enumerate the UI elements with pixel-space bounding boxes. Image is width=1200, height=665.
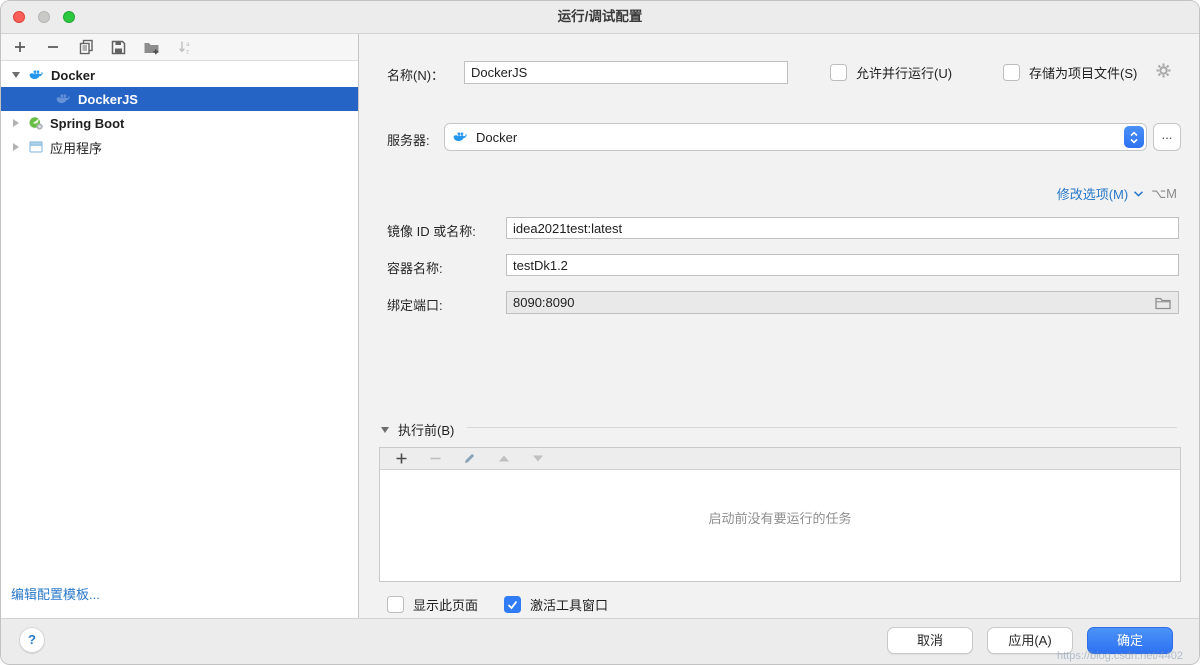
checkbox-unchecked-icon — [387, 596, 404, 613]
name-input[interactable]: DockerJS — [464, 61, 788, 84]
bind-ports-label: 绑定端口: — [387, 295, 443, 314]
tree-item-application-group[interactable]: 应用程序 — [1, 135, 358, 159]
dialog-title: 运行/调试配置 — [1, 1, 1199, 33]
triangle-up-icon — [498, 454, 510, 463]
sidebar-toolbar: a z — [1, 34, 358, 61]
folder-plus-icon — [143, 40, 160, 55]
move-task-down-button[interactable] — [529, 450, 546, 467]
modify-options-link[interactable]: 修改选项(M) — [1057, 184, 1145, 203]
allow-parallel-run-label: 允许并行运行(U) — [856, 63, 952, 82]
copy-configuration-button[interactable] — [77, 39, 94, 56]
tree-item-dockerjs-selected[interactable]: DockerJS — [1, 87, 358, 111]
chevron-collapsed-icon[interactable] — [13, 143, 19, 151]
cancel-button[interactable]: 取消 — [887, 627, 973, 654]
docker-icon — [29, 67, 45, 83]
chevron-down-icon — [1133, 190, 1144, 198]
server-label: 服务器: — [387, 130, 430, 149]
save-icon — [111, 40, 126, 55]
check-icon — [507, 600, 518, 610]
container-name-label: 容器名称: — [387, 258, 443, 277]
run-debug-configurations-dialog: 运行/调试配置 — [0, 0, 1200, 665]
image-id-value: idea2021test:latest — [513, 221, 622, 236]
sort-az-icon: a z — [177, 39, 193, 55]
chevron-expanded-icon[interactable] — [12, 72, 20, 78]
checkbox-checked-icon — [504, 596, 521, 613]
title-bar: 运行/调试配置 — [1, 1, 1199, 34]
image-id-input[interactable]: idea2021test:latest — [506, 217, 1179, 239]
activate-tool-window-label: 激活工具窗口 — [530, 595, 608, 614]
remove-task-button[interactable] — [427, 450, 444, 467]
edit-configuration-templates-link[interactable]: 编辑配置模板... — [11, 584, 100, 603]
folder-icon[interactable] — [1155, 296, 1171, 310]
container-name-value: testDk1.2 — [513, 258, 568, 273]
svg-text:z: z — [186, 49, 189, 56]
checkbox-unchecked-icon — [1003, 64, 1020, 81]
remove-configuration-button[interactable] — [44, 39, 61, 56]
container-name-input[interactable]: testDk1.2 — [506, 254, 1179, 276]
svg-text:a: a — [186, 41, 190, 48]
edit-task-button[interactable] — [461, 450, 478, 467]
store-as-project-file-label: 存储为项目文件(S) — [1029, 63, 1137, 82]
sort-configurations-button[interactable]: a z — [176, 39, 193, 56]
help-button[interactable]: ? — [19, 627, 45, 653]
configurations-sidebar: a z Docker — [1, 34, 359, 619]
tree-item-label: 应用程序 — [50, 138, 102, 157]
gear-icon[interactable] — [1155, 62, 1172, 79]
application-window-icon — [28, 139, 44, 155]
copy-icon — [78, 39, 94, 55]
modify-options-shortcut: ⌥M — [1151, 186, 1177, 202]
no-tasks-message: 启动前没有要运行的任务 — [380, 470, 1180, 527]
tree-item-label: Docker — [51, 68, 95, 83]
up-down-chevrons-icon — [1129, 130, 1139, 145]
show-this-page-checkbox[interactable]: 显示此页面 — [387, 595, 478, 614]
browse-server-button[interactable]: ... — [1153, 123, 1181, 151]
configuration-form: 名称(N)： DockerJS 允许并行运行(U) 存储为项目文件(S) 服务器… — [359, 34, 1199, 619]
apply-button[interactable]: 应用(A) — [987, 627, 1073, 654]
add-task-button[interactable] — [393, 450, 410, 467]
chevron-expanded-icon — [381, 427, 389, 433]
ok-button[interactable]: 确定 — [1087, 627, 1173, 654]
minus-icon — [46, 40, 60, 54]
before-launch-header[interactable]: 执行前(B) — [381, 420, 454, 439]
tree-item-label: Spring Boot — [50, 116, 124, 131]
image-id-label: 镜像 ID 或名称: — [387, 221, 476, 240]
allow-parallel-run-checkbox[interactable]: 允许并行运行(U) — [830, 63, 952, 82]
spring-boot-icon — [28, 115, 44, 131]
bind-ports-input[interactable]: 8090:8090 — [506, 291, 1179, 314]
server-select[interactable]: Docker — [444, 123, 1147, 151]
triangle-down-icon — [532, 454, 544, 463]
add-configuration-button[interactable] — [11, 39, 28, 56]
pencil-icon — [463, 452, 476, 465]
checkbox-unchecked-icon — [830, 64, 847, 81]
name-value: DockerJS — [471, 65, 527, 80]
section-divider — [467, 427, 1177, 428]
select-stepper[interactable] — [1124, 126, 1144, 148]
minus-icon — [429, 452, 442, 465]
server-selected-value: Docker — [476, 130, 517, 145]
bind-ports-value: 8090:8090 — [513, 295, 574, 310]
tree-item-label: DockerJS — [78, 92, 138, 107]
configurations-tree: Docker DockerJS — [1, 63, 358, 159]
tree-item-docker-group[interactable]: Docker — [1, 63, 358, 87]
show-this-page-label: 显示此页面 — [413, 595, 478, 614]
activate-tool-window-checkbox[interactable]: 激活工具窗口 — [504, 595, 608, 614]
plus-icon — [395, 452, 408, 465]
save-configuration-button[interactable] — [110, 39, 127, 56]
tree-item-spring-boot-group[interactable]: Spring Boot — [1, 111, 358, 135]
before-launch-toolbar — [380, 448, 1180, 470]
modify-options-row: 修改选项(M) ⌥M — [1057, 184, 1177, 203]
name-label: 名称(N)： — [387, 65, 444, 84]
modify-options-label: 修改选项(M) — [1057, 184, 1129, 203]
docker-icon — [56, 91, 72, 107]
before-launch-task-list: 启动前没有要运行的任务 — [379, 447, 1181, 582]
move-task-up-button[interactable] — [495, 450, 512, 467]
docker-icon — [453, 129, 469, 145]
new-folder-button[interactable] — [143, 39, 160, 56]
plus-icon — [13, 40, 27, 54]
store-as-project-file-checkbox[interactable]: 存储为项目文件(S) — [1003, 63, 1137, 82]
dialog-footer: ? 取消 应用(A) 确定 — [1, 618, 1199, 664]
chevron-collapsed-icon[interactable] — [13, 119, 19, 127]
before-launch-title: 执行前(B) — [398, 420, 454, 439]
